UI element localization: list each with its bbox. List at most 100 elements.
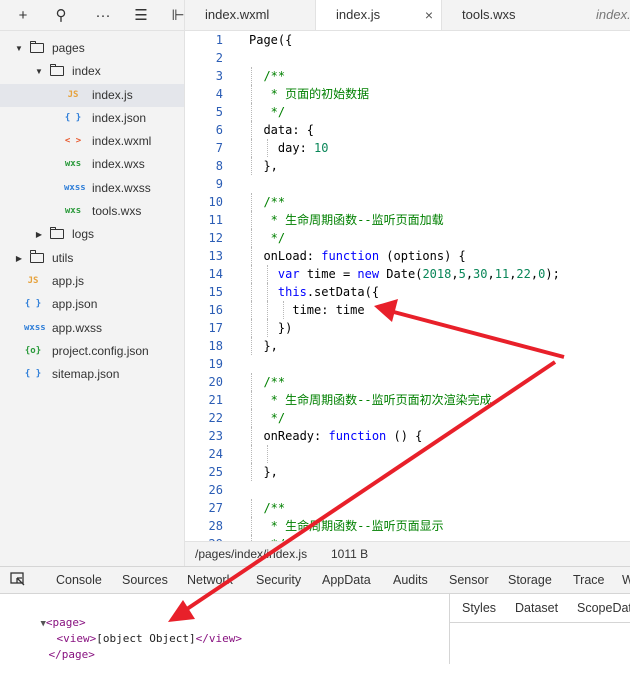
tab-label: index.js bbox=[336, 7, 381, 22]
code-text: */ bbox=[249, 411, 286, 425]
add-icon[interactable]: + bbox=[10, 0, 36, 30]
tree-item-app-js[interactable]: JS app.js bbox=[0, 270, 184, 293]
code-line[interactable]: 24 bbox=[185, 445, 630, 463]
code-line[interactable]: 10 /** bbox=[185, 193, 630, 211]
code-line[interactable]: 5 */ bbox=[185, 103, 630, 121]
code-line[interactable]: 7 day: 10 bbox=[185, 139, 630, 157]
devtools-tab-trace[interactable]: Trace bbox=[573, 567, 605, 593]
collapse-icon[interactable]: ⊩ bbox=[165, 0, 184, 30]
view-close-tag: </view> bbox=[195, 632, 242, 645]
tree-item-logs[interactable]: ▶ logs bbox=[0, 223, 184, 246]
code-line[interactable]: 27 /** bbox=[185, 499, 630, 517]
devtools-side-pane: Styles Dataset ScopeData bbox=[449, 594, 630, 664]
devtools-tab-sensor[interactable]: Sensor bbox=[449, 567, 489, 593]
code-line[interactable]: 18 }, bbox=[185, 337, 630, 355]
line-number: 7 bbox=[215, 141, 223, 155]
tree-item-index-json[interactable]: { } index.json bbox=[0, 107, 184, 130]
tree-item-index-wxs[interactable]: wxs index.wxs bbox=[0, 153, 184, 176]
code-line[interactable]: 16 time: time bbox=[185, 301, 630, 319]
tree-item-index-wxss[interactable]: wxss index.wxss bbox=[0, 177, 184, 200]
tree-item-app-wxss[interactable]: wxss app.wxss bbox=[0, 317, 184, 340]
sort-icon[interactable]: ☰ bbox=[128, 0, 154, 30]
tree-item-pages[interactable]: ▼ pages bbox=[0, 37, 184, 60]
code-line[interactable]: 21 * 生命周期函数--监听页面初次渲染完成 bbox=[185, 391, 630, 409]
inspect-icon[interactable] bbox=[10, 572, 26, 586]
devtools-tab-storage[interactable]: Storage bbox=[508, 567, 552, 593]
line-number: 8 bbox=[215, 159, 223, 173]
search-icon[interactable]: ⚲ bbox=[48, 0, 74, 30]
side-tab-scopedata[interactable]: ScopeData bbox=[577, 594, 630, 622]
side-tab-dataset[interactable]: Dataset bbox=[515, 594, 558, 622]
code-line[interactable]: 17 }) bbox=[185, 319, 630, 337]
devtools-tab-console[interactable]: Console bbox=[56, 567, 102, 593]
code-editor[interactable]: 1 Page({2 3 /** 4 * 页面的初始数据 5 */6 data: {7 d… bbox=[185, 31, 630, 541]
code-line[interactable]: 26 bbox=[185, 481, 630, 499]
line-number: 26 bbox=[208, 483, 223, 497]
code-line[interactable]: 4 * 页面的初始数据 bbox=[185, 85, 630, 103]
tree-item-app-json[interactable]: { } app.json bbox=[0, 293, 184, 316]
tab-index-[interactable]: index. bbox=[572, 0, 630, 30]
caret-right-icon[interactable]: ▶ bbox=[14, 247, 24, 270]
code-line[interactable]: 22 */ bbox=[185, 409, 630, 427]
close-icon[interactable]: × bbox=[425, 0, 433, 30]
tree-item-project-config-json[interactable]: {o} project.config.json bbox=[0, 340, 184, 363]
tree-item-utils[interactable]: ▶ utils bbox=[0, 247, 184, 270]
devtools-tab-network[interactable]: Network bbox=[187, 567, 233, 593]
caret-down-icon[interactable]: ▼ bbox=[14, 37, 24, 60]
code-line[interactable]: 23 onReady: function () { bbox=[185, 427, 630, 445]
code-text: }, bbox=[249, 339, 278, 353]
code-text: */ bbox=[249, 105, 286, 119]
tree-item-index[interactable]: ▼ index bbox=[0, 60, 184, 83]
code-text: time: time bbox=[249, 303, 365, 317]
devtools-tab-security[interactable]: Security bbox=[256, 567, 301, 593]
code-text: * 页面的初始数据 bbox=[249, 87, 370, 101]
code-text: }, bbox=[249, 159, 278, 173]
code-line[interactable]: 25 }, bbox=[185, 463, 630, 481]
code-line[interactable]: 12 */ bbox=[185, 229, 630, 247]
code-line[interactable]: 9 bbox=[185, 175, 630, 193]
code-line[interactable]: 28 * 生命周期函数--监听页面显示 bbox=[185, 517, 630, 535]
code-line[interactable]: 11 * 生命周期函数--监听页面加载 bbox=[185, 211, 630, 229]
wxss-file-icon: wxss bbox=[24, 322, 46, 333]
code-line[interactable]: 8 }, bbox=[185, 157, 630, 175]
line-number: 13 bbox=[208, 249, 223, 263]
line-number: 9 bbox=[215, 177, 223, 191]
code-line[interactable]: 3 /** bbox=[185, 67, 630, 85]
code-line[interactable]: 20 /** bbox=[185, 373, 630, 391]
code-line[interactable]: 13 onLoad: function (options) { bbox=[185, 247, 630, 265]
code-text: data: { bbox=[249, 123, 315, 137]
devtools-tab-appdata[interactable]: AppData bbox=[322, 567, 371, 593]
code-line[interactable]: 6 data: { bbox=[185, 121, 630, 139]
caret-down-icon[interactable]: ▼ bbox=[34, 60, 44, 83]
line-number: 18 bbox=[208, 339, 223, 353]
line-number: 2 bbox=[215, 51, 223, 65]
more-icon[interactable]: ··· bbox=[90, 0, 116, 30]
indent-guide bbox=[267, 445, 268, 463]
code-text: }) bbox=[249, 321, 293, 335]
code-text: /** bbox=[249, 69, 286, 83]
tab-index-wxml[interactable]: index.wxml bbox=[185, 0, 315, 30]
line-number: 21 bbox=[208, 393, 223, 407]
side-tab-styles[interactable]: Styles bbox=[462, 594, 496, 622]
code-line[interactable]: 19 bbox=[185, 355, 630, 373]
code-line[interactable]: 2 bbox=[185, 49, 630, 67]
file-size: 1011 B bbox=[331, 547, 369, 561]
code-line[interactable]: 15 this.setData({ bbox=[185, 283, 630, 301]
wxs-file-icon: wxs bbox=[64, 159, 82, 170]
line-number: 20 bbox=[208, 375, 223, 389]
tree-item-index-wxml[interactable]: < > index.wxml bbox=[0, 130, 184, 153]
tree-item-sitemap-json[interactable]: { } sitemap.json bbox=[0, 363, 184, 386]
caret-right-icon[interactable]: ▶ bbox=[34, 223, 44, 246]
devtools-tab-sources[interactable]: Sources bbox=[122, 567, 168, 593]
tree-item-tools-wxs[interactable]: wxs tools.wxs bbox=[0, 200, 184, 223]
tab-index-js[interactable]: index.js × bbox=[315, 0, 442, 30]
devtools-tab-wxml[interactable]: Wxml bbox=[622, 567, 630, 593]
devtools-tab-audits[interactable]: Audits bbox=[393, 567, 428, 593]
code-line[interactable]: 1 Page({ bbox=[185, 31, 630, 49]
tree-item-label: project.config.json bbox=[52, 343, 149, 358]
code-line[interactable]: 14 var time = new Date(2018,5,30,11,22,0… bbox=[185, 265, 630, 283]
code-text: var time = new Date(2018,5,30,11,22,0); bbox=[277, 267, 560, 281]
tree-item-index-js[interactable]: JS index.js bbox=[0, 83, 184, 107]
tab-tools-wxs[interactable]: tools.wxs bbox=[442, 0, 572, 30]
line-number: 14 bbox=[208, 267, 223, 281]
